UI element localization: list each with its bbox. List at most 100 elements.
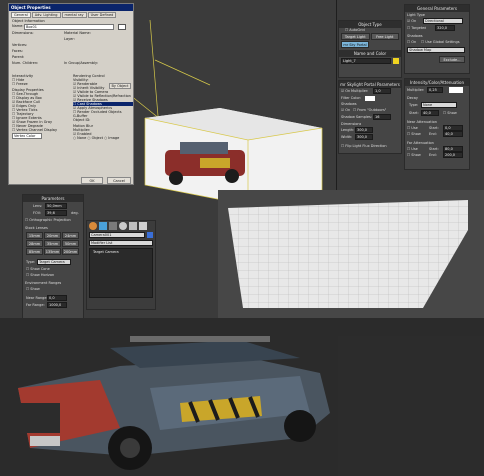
lens-50mm-button[interactable]: 50mm [62,240,79,247]
object-color-swatch[interactable] [147,232,153,238]
lens-135mm-button[interactable]: 135mm [44,248,61,255]
shadow-type-select[interactable]: Shadow Map [407,47,465,53]
near-end-field[interactable]: 40,0 [443,131,463,137]
use-global-checkbox[interactable]: ☐ Use Global Settings [421,40,460,44]
lens-field[interactable]: 50,0mm [45,203,67,209]
far-end-field[interactable]: 200,0 [443,152,463,158]
filter-color-swatch[interactable] [365,96,375,101]
mr-sky-portal-button[interactable]: mr Sky Portal [341,41,369,48]
length-field[interactable]: 300,0 [355,127,373,133]
int-multiplier-field[interactable]: 0,25 [427,87,443,93]
light-on-checkbox[interactable]: ☑ On [407,19,416,23]
decay-start-label: Start: [409,111,419,115]
modifier-stack[interactable]: Target Camera [89,248,153,298]
light-type-select[interactable]: Directional [423,18,463,24]
portal-shadow-on[interactable]: ☑ On [341,108,350,112]
decay-show-checkbox[interactable]: ☐ Show [443,111,457,115]
lens-200mm-button[interactable]: 200mm [62,248,79,255]
near-use-label: Use [411,126,418,130]
general-params-header[interactable]: General Parameters [405,5,469,12]
far-use-checkbox[interactable]: ☐ Use [407,147,418,151]
env-show-checkbox[interactable]: ☐ Show [26,287,40,291]
portal-on-checkbox[interactable]: ☑ On [341,89,350,93]
far-show-checkbox[interactable]: ☐ Show [407,153,421,157]
tab-user-defined[interactable]: User Defined [87,12,117,18]
light-color-swatch[interactable] [393,58,399,64]
camera-params-header[interactable]: Parameters [23,195,83,202]
targeted-field[interactable]: 320,0 [435,25,455,31]
tab-adv-lighting[interactable]: Adv. Lighting [31,12,61,18]
lens-label: Lens: [33,204,43,208]
by-object-button[interactable]: By Object [109,83,131,89]
int-color-swatch[interactable] [449,87,463,93]
shadow-samples-field[interactable]: 16 [373,114,391,120]
show-horizon-checkbox[interactable]: ☐ Show Horizon [26,273,54,277]
shadow-on-checkbox[interactable]: ☐ On [407,40,416,44]
hierarchy-tab-icon[interactable] [109,222,117,230]
far-range-field[interactable]: 1000,0 [47,302,67,308]
width-field[interactable]: 300,0 [355,134,373,140]
motion-tab-icon[interactable] [119,222,127,230]
portal-shadow-on-label: On [345,108,351,112]
dialog-title: Object Properties [11,5,51,10]
near-show-checkbox[interactable]: ☐ Show [407,132,421,136]
modifier-list-dropdown[interactable]: Modifier List [89,240,153,246]
lens-35mm-button[interactable]: 35mm [44,240,61,247]
ok-button[interactable]: OK [81,177,103,184]
from-outdoors-checkbox[interactable]: ☐ From "Outdoors" [353,108,386,112]
decay-show-label: Show [447,111,457,115]
viewport-backdrop[interactable] [218,190,484,318]
intensity-panel: Intensity/Color/Attenuation Multiplier: … [404,78,470,170]
field-dimensions: Dimensions: [12,31,34,35]
sky-portal-header[interactable]: mr Skylight Portal Parameters [339,81,401,88]
decay-type-select[interactable]: None [421,102,457,108]
freeze-checkbox[interactable]: ☐ Freeze [12,82,70,86]
ortho-checkbox[interactable]: ☐ Orthographic Projection [25,218,71,222]
lens-20mm-button[interactable]: 20mm [44,232,61,239]
targeted-checkbox[interactable]: ☐ Targeted [407,26,426,30]
create-tab-icon[interactable] [89,222,97,230]
fov-field[interactable]: 39,6 [45,210,67,216]
field-material-name: Material Name: [64,31,91,35]
near-use-checkbox[interactable]: ☐ Use [407,126,418,130]
intensity-header[interactable]: Intensity/Color/Attenuation [405,79,469,86]
lens-28mm-button[interactable]: 28mm [26,240,43,247]
object-name-field[interactable]: Camera001 [89,232,145,238]
camera-type-select[interactable]: Target Camera [37,259,71,265]
blur-none: None [77,136,87,140]
shadow-on-label: On [411,40,417,44]
light-name-field[interactable]: Light_7 [341,58,391,64]
lens-85mm-button[interactable]: 85mm [26,248,43,255]
display-item[interactable]: ☐ Vertex Channel Display [12,128,70,132]
flip-flux-checkbox[interactable]: ☐ Flip Light Flux Direction [341,144,387,148]
show-cone-checkbox[interactable]: ☐ Show Cone [26,267,50,271]
target-light-button[interactable]: Target Light [341,33,370,40]
exclude-button[interactable]: Exclude... [439,56,465,63]
tab-general[interactable]: General [11,12,31,18]
ortho-label: Orthographic Projection [29,218,71,222]
viewport-render-right[interactable] [338,336,484,476]
autogrid-label: AutoGrid [349,28,365,32]
object-type-header[interactable]: Object Type [339,21,401,28]
near-range-field[interactable]: 0,0 [47,295,67,301]
name-color-header[interactable]: Name and Color [339,50,401,57]
lens-24mm-button[interactable]: 24mm [62,232,79,239]
portal-multiplier-field[interactable]: 1,0 [373,88,391,94]
display-tab-icon[interactable] [129,222,137,230]
width-label: Width: [341,135,353,139]
cancel-button[interactable]: Cancel [107,177,131,184]
name-field[interactable]: Box01 [24,24,114,30]
name-label: Name: [12,24,24,28]
lens-15mm-button[interactable]: 15mm [26,232,43,239]
vertex-color-select[interactable]: Vertex Color [12,133,42,139]
show-horizon-label: Show Horizon [30,273,55,277]
color-swatch[interactable] [118,24,126,30]
decay-start-field[interactable]: 40,0 [421,110,439,116]
blur-type-radios[interactable]: ○ None ○ Object ○ Image [73,136,133,140]
utilities-tab-icon[interactable] [139,222,147,230]
stack-item-target-camera[interactable]: Target Camera [90,249,152,255]
far-atten-heading: Far Attenuation [407,141,434,145]
free-light-button[interactable]: Free Light [370,33,399,40]
modify-tab-icon[interactable] [99,222,107,230]
tab-mental-ray[interactable]: mental ray [61,12,87,18]
